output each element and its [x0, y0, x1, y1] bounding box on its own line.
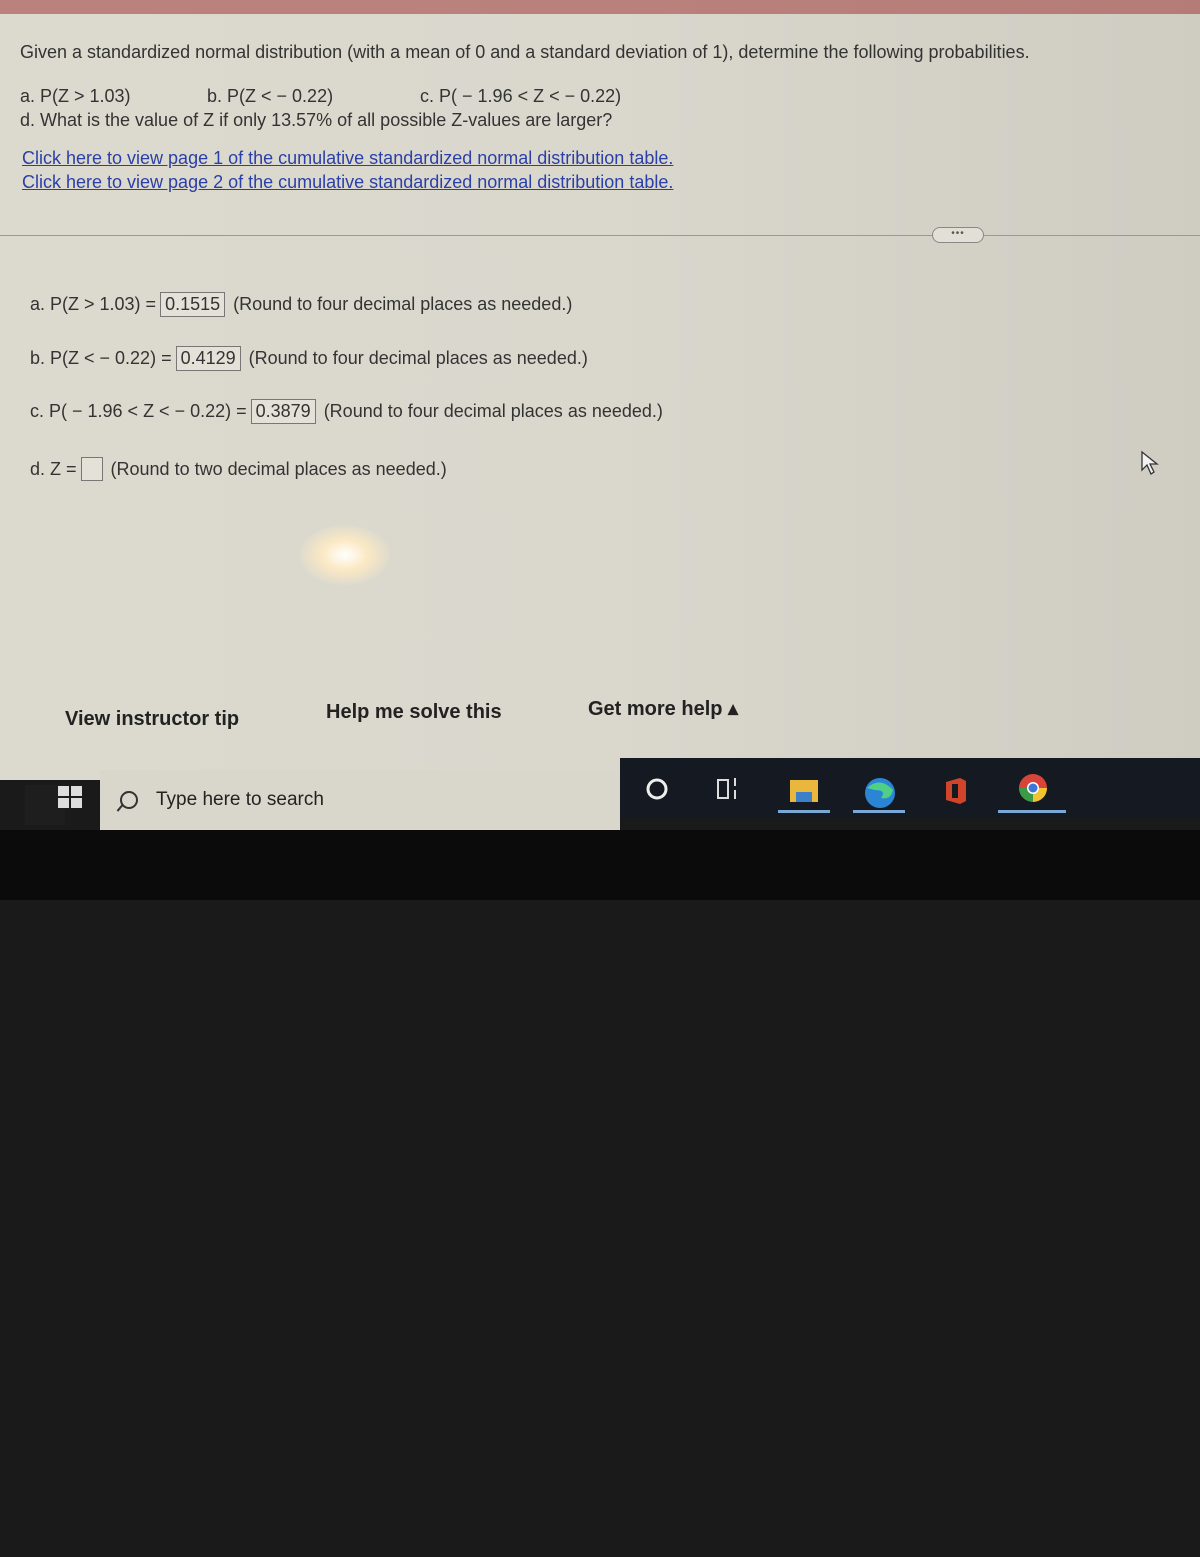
- chrome-active-indicator: [998, 810, 1066, 813]
- windows-icon: [58, 1535, 82, 1557]
- help-me-solve-button[interactable]: Help me solve this: [326, 701, 502, 724]
- cortana-icon[interactable]: [644, 776, 670, 802]
- mouse-cursor-icon: [1141, 450, 1159, 475]
- answer-a-label: a. P(Z > 1.03) =: [30, 294, 157, 314]
- taskbar-apps: [620, 758, 1200, 818]
- answer-a: a. P(Z > 1.03) = 0.1515 (Round to four d…: [30, 292, 572, 317]
- table-page-1-link[interactable]: Click here to view page 1 of the cumulat…: [22, 148, 673, 169]
- divider: [0, 235, 1200, 236]
- chrome-icon[interactable]: [1017, 772, 1049, 804]
- answer-c: c. P( − 1.96 < Z < − 0.22) = 0.3879 (Rou…: [30, 399, 663, 424]
- answer-c-input[interactable]: 0.3879: [250, 399, 316, 424]
- answer-c-label: c. P( − 1.96 < Z < − 0.22) =: [30, 401, 247, 421]
- file-explorer-icon[interactable]: [788, 776, 820, 804]
- top-bar: [0, 0, 1200, 14]
- answer-b-label: b. P(Z < − 0.22) =: [30, 348, 172, 368]
- answer-c-hint: (Round to four decimal places as needed.…: [323, 401, 663, 421]
- screen: Given a standardized normal distribution…: [0, 0, 1200, 780]
- office-icon[interactable]: [942, 776, 970, 806]
- table-page-2-link[interactable]: Click here to view page 2 of the cumulat…: [22, 172, 673, 193]
- taskbar-search[interactable]: Type here to search: [100, 770, 620, 830]
- task-view-icon[interactable]: [714, 776, 740, 802]
- screen-glare: [300, 525, 390, 585]
- search-placeholder: Type here to search: [156, 789, 324, 810]
- windows-logo-icon: [58, 786, 82, 808]
- answer-a-hint: (Round to four decimal places as needed.…: [233, 294, 573, 314]
- view-instructor-tip-button[interactable]: View instructor tip: [65, 708, 239, 731]
- answer-b: b. P(Z < − 0.22) = 0.4129 (Round to four…: [30, 346, 588, 371]
- edge-icon[interactable]: [863, 776, 897, 810]
- expand-button[interactable]: •••: [932, 227, 984, 243]
- answer-b-hint: (Round to four decimal places as needed.…: [248, 348, 588, 368]
- get-more-help-button[interactable]: Get more help ▴: [588, 696, 738, 721]
- part-c: c. P( − 1.96 < Z < − 0.22): [420, 86, 622, 106]
- answer-d-hint: (Round to two decimal places as needed.): [110, 458, 447, 479]
- part-b: b. P(Z < − 0.22): [207, 86, 334, 106]
- edge-active-indicator: [853, 810, 905, 813]
- answer-b-input[interactable]: 0.4129: [175, 346, 241, 371]
- answer-d-input[interactable]: [80, 457, 103, 481]
- search-icon: [120, 791, 138, 809]
- answer-d-label: d. Z =: [30, 458, 77, 479]
- file-explorer-active-indicator: [778, 810, 830, 813]
- question-parts: a. P(Z > 1.03) b. P(Z < − 0.22) c. P( − …: [20, 86, 621, 107]
- monitor-bezel: [0, 830, 1200, 900]
- question-title: Given a standardized normal distribution…: [20, 42, 1030, 62]
- answer-d: d. Z = (Round to two decimal places as n…: [30, 457, 447, 481]
- part-d: d. What is the value of Z if only 13.57%…: [20, 110, 613, 130]
- part-a: a. P(Z > 1.03): [20, 86, 131, 106]
- answer-a-input[interactable]: 0.1515: [160, 292, 226, 317]
